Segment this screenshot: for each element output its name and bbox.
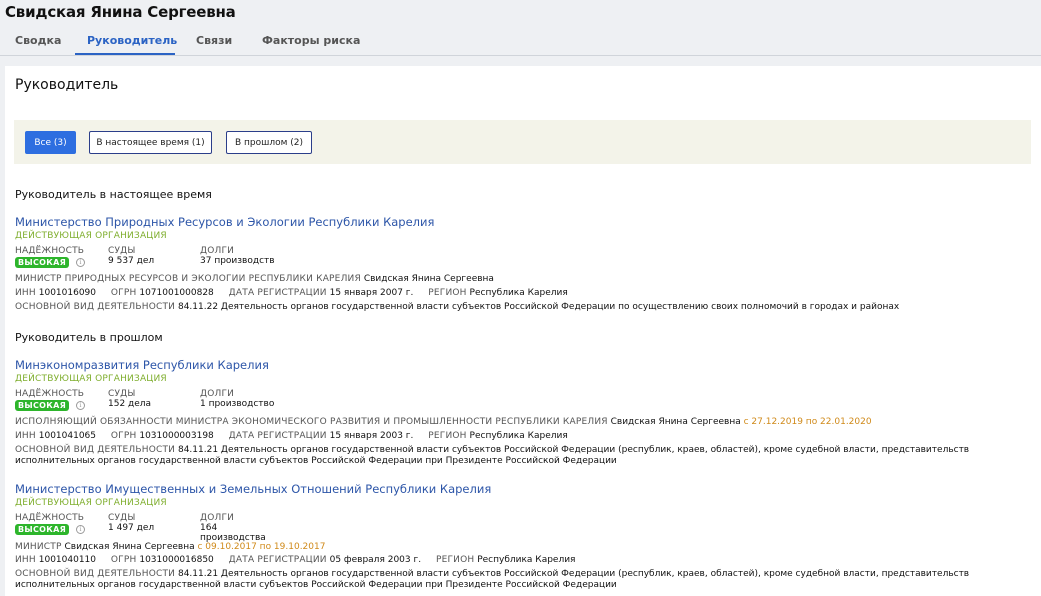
person-link[interactable]: Свидская Янина Сергеевна — [64, 542, 194, 552]
tab-links[interactable]: Связи — [196, 34, 232, 47]
ogrn-value: 1031000003198 — [139, 431, 214, 441]
position-title: МИНИСТР — [15, 542, 62, 552]
activity-label: ОСНОВНОЙ ВИД ДЕЯТЕЛЬНОСТИ — [15, 302, 176, 312]
content-panel: Руководитель Все (3) В настоящее время (… — [5, 66, 1041, 596]
ogrn-label: ОГРН — [110, 431, 137, 441]
position-title: МИНИСТР ПРИРОДНЫХ РЕСУРСОВ И ЭКОЛОГИИ РЕ… — [15, 274, 361, 284]
activity-label: ОСНОВНОЙ ВИД ДЕЯТЕЛЬНОСТИ — [15, 569, 176, 579]
activity-line: ОСНОВНОЙ ВИД ДЕЯТЕЛЬНОСТИ 84.11.21 Деяте… — [15, 569, 995, 591]
courts-link[interactable]: 1 497 дел — [108, 523, 154, 533]
org-name-link[interactable]: Министерство Имущественных и Земельных О… — [15, 482, 491, 496]
org-name-link[interactable]: Минэкономразвития Республики Карелия — [15, 358, 269, 372]
reg-date-value: 05 февраля 2003 г. — [329, 555, 422, 565]
inn-label: ИНН — [15, 288, 36, 298]
active-tab-indicator — [75, 53, 175, 55]
reg-date-label: ДАТА РЕГИСТРАЦИИ — [228, 555, 327, 565]
org-name-link[interactable]: Министерство Природных Ресурсов и Эколог… — [15, 215, 434, 229]
section-title: Руководитель — [15, 77, 119, 93]
registry-line: ИНН 1001041065 ОГРН 1031000003198 ДАТА Р… — [15, 431, 568, 441]
region-value: Республика Карелия — [477, 555, 576, 565]
ogrn-label: ОГРН — [110, 288, 137, 298]
region-label: РЕГИОН — [428, 288, 467, 298]
org-status: ДЕЙСТВУЮЩАЯ ОРГАНИЗАЦИЯ — [15, 231, 167, 241]
debts-link[interactable]: 1 производство — [200, 399, 274, 409]
inn-label: ИНН — [15, 431, 36, 441]
position-line: МИНИСТР Свидская Янина Сергеевна с 09.10… — [15, 542, 325, 552]
courts-label: СУДЫ — [108, 246, 136, 256]
tab-bar: Сводка Руководитель Связи Факторы риска — [0, 28, 1041, 56]
inn-value: 1001016090 — [38, 288, 97, 298]
region-label: РЕГИОН — [428, 431, 467, 441]
reg-date-label: ДАТА РЕГИСТРАЦИИ — [228, 431, 327, 441]
activity-value: 84.11.22 Деятельность органов государств… — [177, 302, 900, 312]
courts-label: СУДЫ — [108, 513, 136, 523]
person-link[interactable]: Свидская Янина Сергеевна — [364, 274, 494, 284]
filter-bar: Все (3) В настоящее время (1) В прошлом … — [14, 120, 1031, 164]
tenure-period: с 09.10.2017 по 19.10.2017 — [197, 542, 326, 552]
ogrn-value: 1031000016850 — [139, 555, 214, 565]
reliability-badge: ВЫСОКАЯ — [15, 524, 70, 535]
inn-value: 1001040110 — [38, 555, 97, 565]
registry-line: ИНН 1001016090 ОГРН 1071001000828 ДАТА Р… — [15, 288, 568, 298]
filter-current-button[interactable]: В настоящее время (1) — [89, 131, 212, 154]
reliability-label: НАДЁЖНОСТЬ — [15, 513, 85, 523]
person-link[interactable]: Свидская Янина Сергеевна — [611, 417, 741, 427]
group-title-past: Руководитель в прошлом — [15, 331, 163, 344]
courts-label: СУДЫ — [108, 389, 136, 399]
position-line: МИНИСТР ПРИРОДНЫХ РЕСУРСОВ И ЭКОЛОГИИ РЕ… — [15, 274, 494, 284]
courts-link[interactable]: 152 дела — [108, 399, 151, 409]
debts-label: ДОЛГИ — [200, 513, 235, 523]
page-title: Свидская Янина Сергеевна — [5, 3, 236, 21]
reg-date-label: ДАТА РЕГИСТРАЦИИ — [228, 288, 327, 298]
org-status: ДЕЙСТВУЮЩАЯ ОРГАНИЗАЦИЯ — [15, 374, 167, 384]
activity-line: ОСНОВНОЙ ВИД ДЕЯТЕЛЬНОСТИ 84.11.22 Деяте… — [15, 302, 899, 312]
debts-label: ДОЛГИ — [200, 246, 235, 256]
region-value: Республика Карелия — [469, 431, 568, 441]
info-icon[interactable]: i — [76, 401, 85, 410]
filter-all-button[interactable]: Все (3) — [25, 131, 76, 154]
debts-count-link[interactable]: 164 — [200, 523, 217, 533]
info-icon[interactable]: i — [76, 258, 85, 267]
tenure-period: с 27.12.2019 по 22.01.2020 — [743, 417, 872, 427]
reliability-badge: ВЫСОКАЯ — [15, 400, 70, 411]
activity-label: ОСНОВНОЙ ВИД ДЕЯТЕЛЬНОСТИ — [15, 445, 176, 455]
inn-label: ИНН — [15, 555, 36, 565]
reliability-badge: ВЫСОКАЯ — [15, 257, 70, 268]
info-icon[interactable]: i — [76, 525, 85, 534]
tab-head[interactable]: Руководитель — [87, 34, 177, 47]
reliability-label: НАДЁЖНОСТЬ — [15, 246, 85, 256]
inn-value: 1001041065 — [38, 431, 97, 441]
registry-line: ИНН 1001040110 ОГРН 1031000016850 ДАТА Р… — [15, 555, 575, 565]
tab-risk-factors[interactable]: Факторы риска — [262, 34, 360, 47]
position-line: ИСПОЛНЯЮЩИЙ ОБЯЗАННОСТИ МИНИСТРА ЭКОНОМИ… — [15, 417, 872, 427]
group-title-current: Руководитель в настоящее время — [15, 188, 212, 201]
courts-link[interactable]: 9 537 дел — [108, 256, 154, 266]
debts-link[interactable]: 37 производств — [200, 256, 275, 266]
org-status: ДЕЙСТВУЮЩАЯ ОРГАНИЗАЦИЯ — [15, 498, 167, 508]
ogrn-label: ОГРН — [110, 555, 137, 565]
region-value: Республика Карелия — [469, 288, 568, 298]
ogrn-value: 1071001000828 — [139, 288, 214, 298]
tab-summary[interactable]: Сводка — [15, 34, 61, 47]
region-label: РЕГИОН — [435, 555, 475, 565]
activity-line: ОСНОВНОЙ ВИД ДЕЯТЕЛЬНОСТИ 84.11.21 Деяте… — [15, 445, 995, 467]
reliability-label: НАДЁЖНОСТЬ — [15, 389, 85, 399]
filter-past-button[interactable]: В прошлом (2) — [226, 131, 312, 154]
position-title: ИСПОЛНЯЮЩИЙ ОБЯЗАННОСТИ МИНИСТРА ЭКОНОМИ… — [15, 417, 608, 427]
debts-label: ДОЛГИ — [200, 389, 235, 399]
reg-date-value: 15 января 2007 г. — [329, 288, 414, 298]
reg-date-value: 15 января 2003 г. — [329, 431, 414, 441]
